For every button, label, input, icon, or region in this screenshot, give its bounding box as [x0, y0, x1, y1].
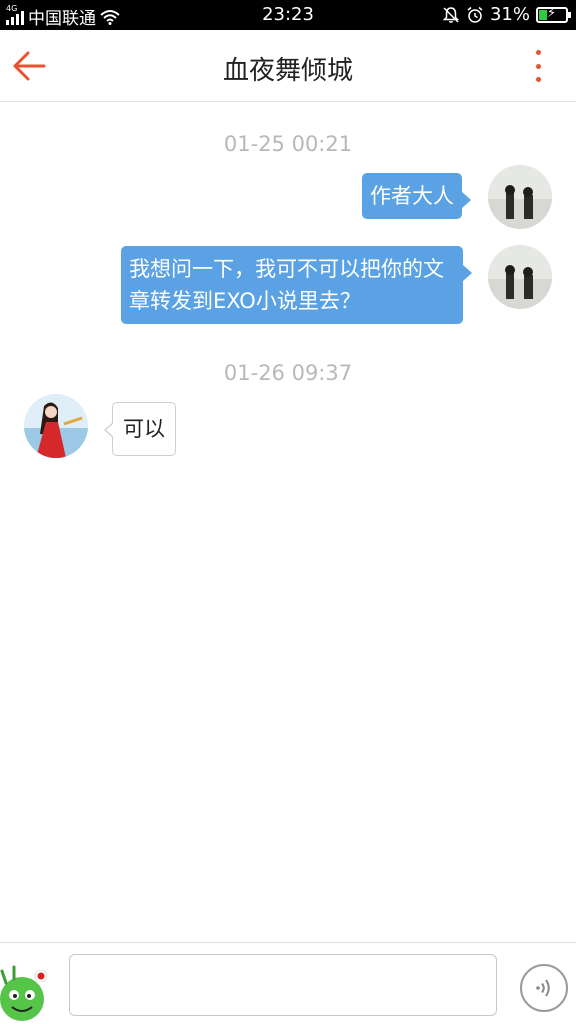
input-bar [0, 942, 576, 1024]
battery-fill [539, 9, 547, 20]
avatar-image [488, 165, 552, 229]
avatar-image [24, 394, 88, 458]
more-dot [535, 63, 541, 69]
voice-button[interactable] [520, 964, 568, 1012]
page-title: 血夜舞倾城 [222, 56, 353, 86]
mute-icon [442, 6, 460, 23]
battery-percent: 31% [489, 4, 530, 25]
my-avatar[interactable] [488, 165, 552, 229]
alarm-icon [467, 6, 483, 23]
charging-bolt-icon: ⚡ [547, 5, 557, 21]
contact-avatar[interactable] [24, 394, 88, 458]
timestamp: 01-26 09:37 [223, 361, 353, 385]
incoming-message[interactable]: 可以 [104, 402, 176, 456]
my-avatar[interactable] [488, 245, 552, 309]
chat-header: 血夜舞倾城 [0, 30, 576, 102]
more-vertical-icon [535, 50, 541, 55]
outgoing-message[interactable]: 作者大人 [362, 173, 471, 219]
timestamp: 01-25 00:21 [223, 132, 353, 156]
more-options-button[interactable] [528, 48, 548, 84]
emoji-button[interactable] [0, 963, 52, 1021]
voice-icon [536, 979, 550, 997]
status-bar: 4G 中国联通 23:23 31% ⚡ [0, 0, 576, 30]
more-dot [535, 77, 541, 82]
outgoing-message[interactable]: 我想问一下，我可不可以把你的文章转发到EXO小说里去？ [121, 246, 472, 324]
message-input[interactable] [69, 954, 497, 1016]
emoji-sticker-icon [0, 965, 48, 1021]
status-right: 31% ⚡ [442, 4, 571, 25]
battery-icon: ⚡ [536, 5, 571, 23]
avatar-image [488, 245, 552, 309]
